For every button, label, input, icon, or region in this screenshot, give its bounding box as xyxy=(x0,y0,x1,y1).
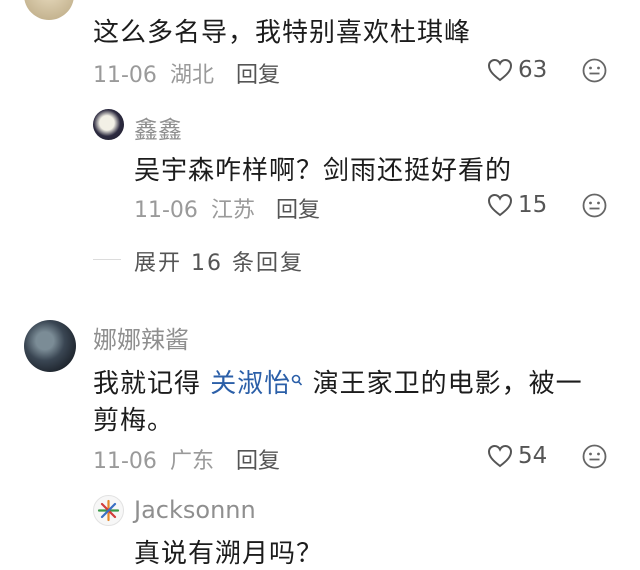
reply-username[interactable]: Jacksonnn xyxy=(134,496,256,524)
comment-meta: 11-06 广东 xyxy=(93,443,214,475)
expand-replies-button[interactable]: 展开 16 条回复 xyxy=(134,245,304,277)
comment-text: 这么多名导，我特别喜欢杜琪峰 xyxy=(93,18,472,48)
comment-username[interactable]: 娜娜辣酱 xyxy=(93,320,189,355)
comment-text-after: 演王家卫的电影，被一 xyxy=(312,369,583,399)
reply-text: 吴宇森咋样啊？剑雨还挺好看的 xyxy=(134,156,513,186)
search-icon[interactable] xyxy=(291,365,303,386)
comment-text-line2: 剪梅。 xyxy=(93,406,175,436)
starburst-logo-icon xyxy=(97,499,120,522)
reply-avatar[interactable] xyxy=(93,495,124,526)
reply-location: 江苏 xyxy=(210,198,255,223)
mention-link[interactable]: 关淑怡 xyxy=(210,369,291,399)
like-button[interactable]: 15 xyxy=(487,192,547,218)
reply-date: 11-06 xyxy=(134,198,198,223)
like-count: 63 xyxy=(518,57,548,83)
comment-date: 11-06 xyxy=(93,449,157,474)
reply-meta: 11-06 江苏 xyxy=(134,192,255,224)
like-count: 15 xyxy=(518,192,548,218)
like-button[interactable]: 63 xyxy=(487,57,547,83)
heart-outline-icon xyxy=(487,193,513,217)
reply-username[interactable]: 鑫鑫 xyxy=(134,110,182,145)
reply-avatar[interactable] xyxy=(93,109,124,140)
like-button[interactable]: 54 xyxy=(487,443,547,469)
comment-text: 我就记得 关淑怡 演王家卫的电影，被一 xyxy=(93,363,583,400)
expand-divider xyxy=(93,259,121,260)
avatar[interactable] xyxy=(24,0,74,20)
reply-button[interactable]: 回复 xyxy=(236,443,280,475)
heart-outline-icon xyxy=(487,444,513,468)
emoji-face-icon[interactable] xyxy=(582,193,607,218)
avatar[interactable] xyxy=(24,320,76,372)
emoji-face-icon[interactable] xyxy=(582,58,607,83)
heart-outline-icon xyxy=(487,58,513,82)
comment-text-before: 我就记得 xyxy=(93,369,202,399)
comment-location: 广东 xyxy=(169,449,214,474)
reply-button[interactable]: 回复 xyxy=(236,57,280,89)
reply-button[interactable]: 回复 xyxy=(276,192,320,224)
emoji-face-icon[interactable] xyxy=(582,444,607,469)
comment-date: 11-06 xyxy=(93,63,157,88)
comment-meta: 11-06 湖北 xyxy=(93,57,214,89)
like-count: 54 xyxy=(518,443,548,469)
comment-location: 湖北 xyxy=(169,63,214,88)
reply-text: 真说有溯月吗？ xyxy=(134,539,324,569)
